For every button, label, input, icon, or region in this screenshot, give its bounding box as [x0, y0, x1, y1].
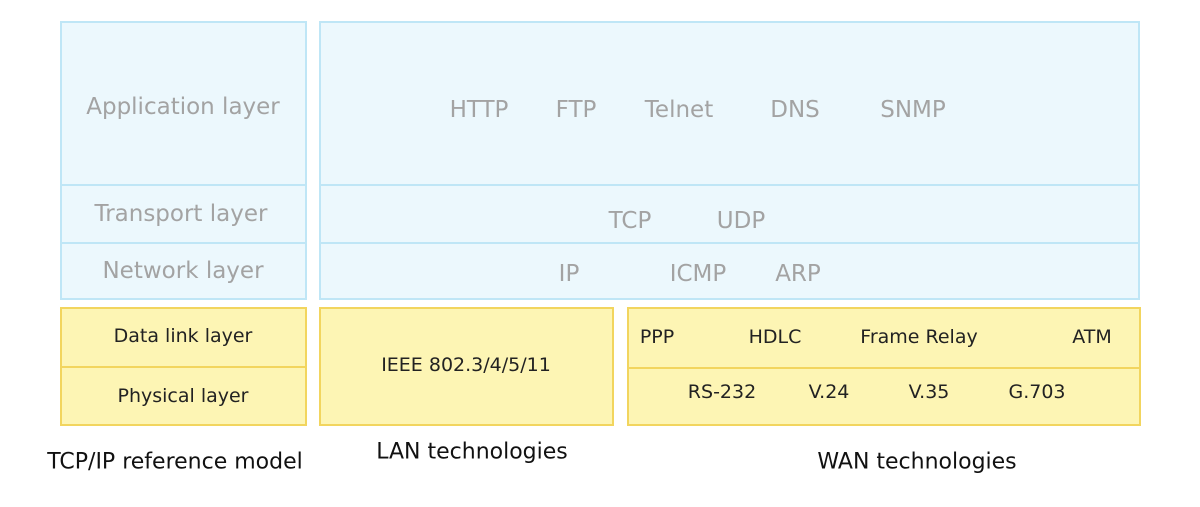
- network-protocols-box: [319, 242, 1140, 300]
- lan-standard: IEEE 802.3/4/5/11: [381, 354, 551, 376]
- wan-v24: V.24: [808, 381, 850, 403]
- protocol-ftp: FTP: [555, 97, 597, 123]
- protocol-dns: DNS: [770, 97, 820, 123]
- protocol-ip: IP: [558, 261, 580, 287]
- application-protocols-box: [319, 21, 1140, 186]
- application-layer-label: Application layer: [86, 94, 280, 120]
- protocol-http: HTTP: [449, 97, 509, 123]
- protocol-snmp: SNMP: [880, 97, 946, 123]
- wan-g703: G.703: [1008, 381, 1066, 403]
- wan-ppp: PPP: [639, 326, 675, 348]
- network-layer-label: Network layer: [102, 258, 264, 284]
- wan-rs232: RS-232: [687, 381, 757, 403]
- protocol-udp: UDP: [716, 208, 766, 234]
- protocol-icmp: ICMP: [669, 261, 727, 287]
- tcpip-caption: TCP/IP reference model: [47, 449, 303, 475]
- transport-layer-label: Transport layer: [94, 201, 268, 227]
- wan-v35: V.35: [908, 381, 950, 403]
- lan-caption: LAN technologies: [376, 439, 568, 465]
- protocol-tcp: TCP: [608, 208, 652, 234]
- physical-layer-label: Physical layer: [117, 385, 249, 407]
- wan-atm: ATM: [1072, 326, 1112, 348]
- wan-caption: WAN technologies: [817, 449, 1017, 475]
- wan-hdlc: HDLC: [748, 326, 802, 348]
- protocol-telnet: Telnet: [644, 97, 714, 123]
- protocol-arp: ARP: [775, 261, 821, 287]
- datalink-layer-label: Data link layer: [113, 325, 253, 347]
- wan-frame-relay: Frame Relay: [860, 326, 978, 348]
